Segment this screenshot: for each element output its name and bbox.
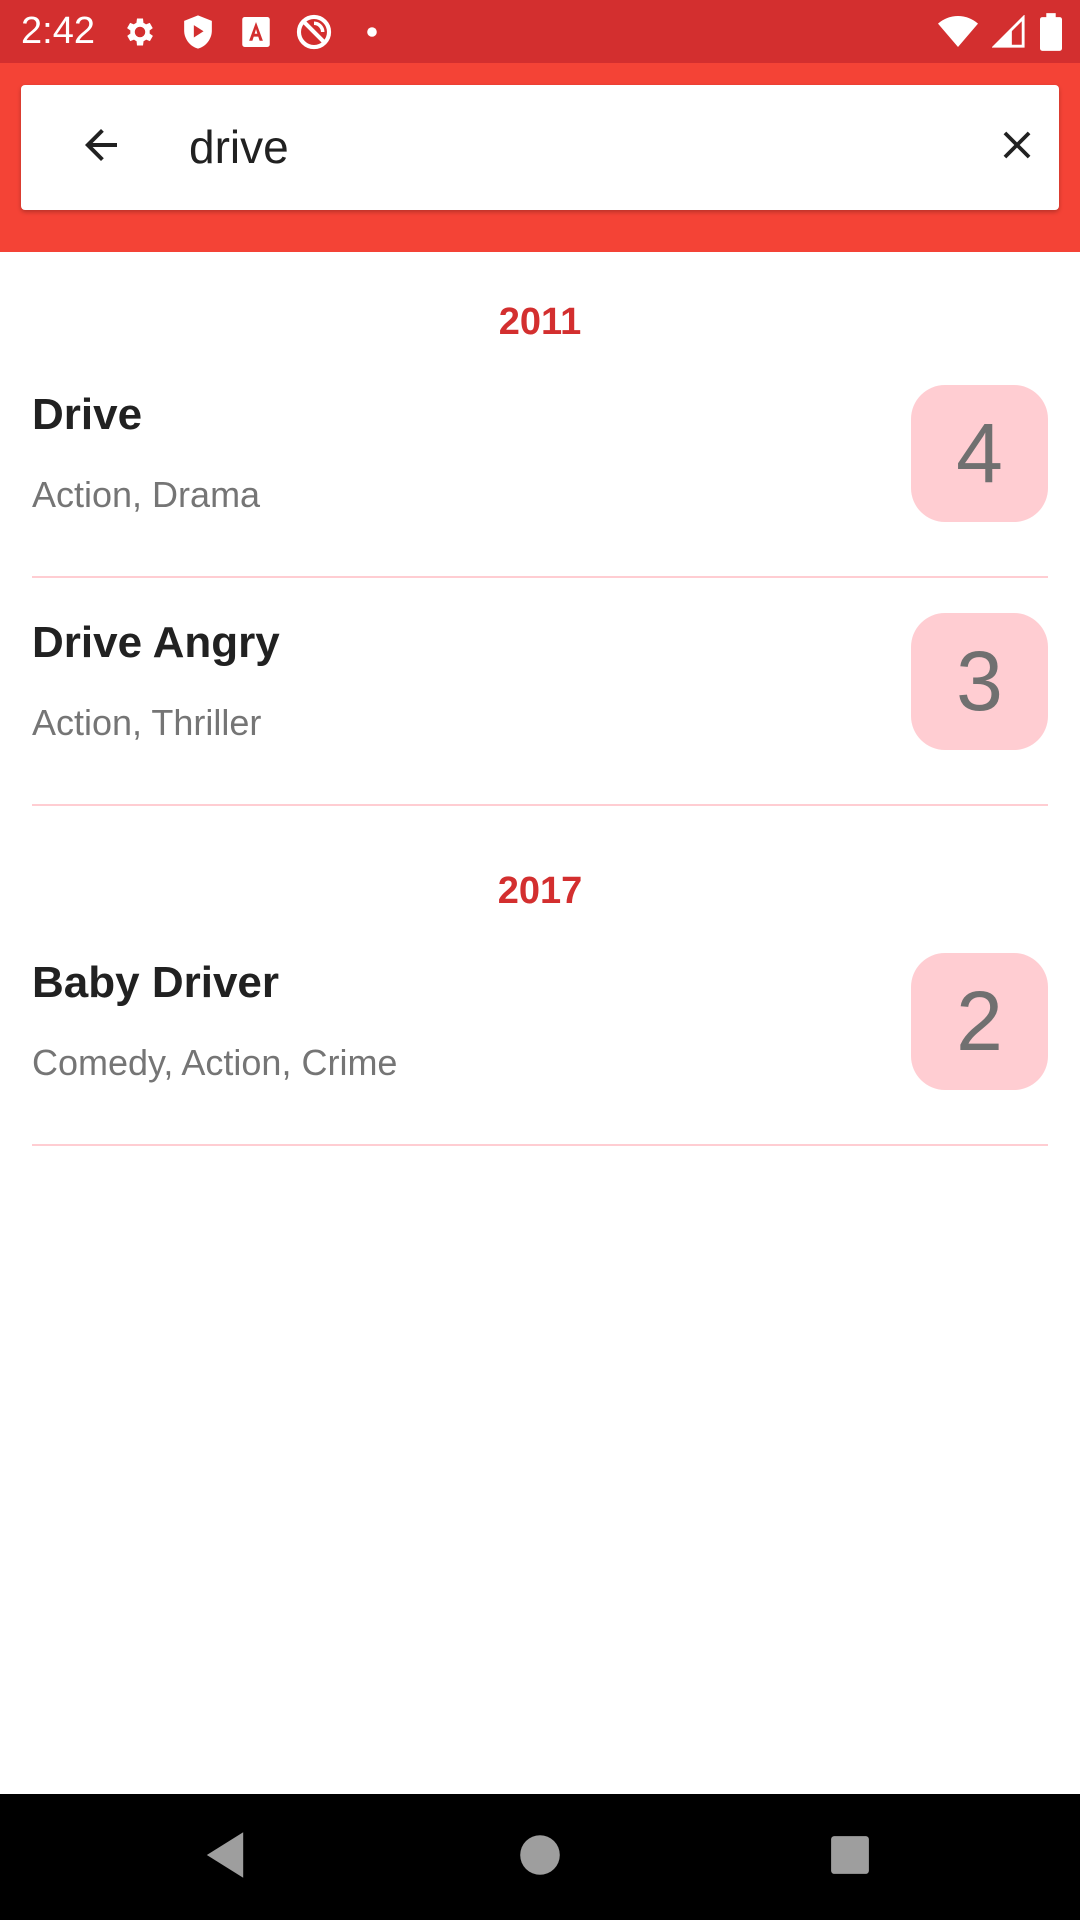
movie-genres: Action, Thriller	[32, 702, 262, 743]
close-icon	[994, 122, 1040, 173]
row-divider	[32, 1144, 1048, 1146]
wifi-icon	[938, 12, 978, 52]
nav-home-button[interactable]	[505, 1822, 575, 1892]
clear-search-button[interactable]	[987, 117, 1047, 177]
status-icons-right	[924, 12, 1062, 52]
search-input[interactable]	[167, 107, 927, 187]
no-sync-icon	[294, 12, 334, 52]
settings-icon	[120, 12, 160, 52]
status-icons-left	[120, 12, 410, 52]
status-time: 2:42	[21, 10, 95, 52]
movie-genres: Comedy, Action, Crime	[32, 1042, 398, 1083]
movie-title: Baby Driver	[32, 958, 280, 1007]
movie-title: Drive Angry	[32, 618, 280, 667]
movie-row[interactable]: Drive Angry Action, Thriller 3	[0, 578, 1080, 806]
movie-row[interactable]: Baby Driver Comedy, Action, Crime 2	[0, 918, 1080, 1146]
home-circle-icon	[518, 1833, 562, 1882]
shield-play-icon	[178, 12, 218, 52]
nav-recents-button[interactable]	[815, 1822, 885, 1892]
nav-back-button[interactable]	[190, 1822, 260, 1892]
cell-signal-icon	[992, 12, 1026, 52]
text-a-icon	[236, 12, 276, 52]
rating-badge: 4	[911, 385, 1048, 522]
recents-square-icon	[829, 1834, 871, 1881]
movie-row[interactable]: Drive Action, Drama 4	[0, 350, 1080, 578]
dot-icon	[352, 12, 392, 52]
battery-icon	[1040, 12, 1062, 52]
arrow-back-icon	[77, 121, 125, 174]
navigation-bar	[0, 1794, 1080, 1920]
rating-badge: 2	[911, 953, 1048, 1090]
rating-badge: 3	[911, 613, 1048, 750]
back-triangle-icon	[202, 1830, 248, 1885]
movie-title: Drive	[32, 390, 143, 439]
search-header	[0, 63, 1080, 252]
back-button[interactable]	[71, 117, 131, 177]
results-list: 2011 Drive Action, Drama 4 Drive Angry A…	[0, 252, 1080, 1146]
status-bar: 2:42	[0, 0, 1080, 63]
search-box	[21, 85, 1059, 210]
row-divider	[32, 804, 1048, 806]
movie-genres: Action, Drama	[32, 474, 261, 515]
